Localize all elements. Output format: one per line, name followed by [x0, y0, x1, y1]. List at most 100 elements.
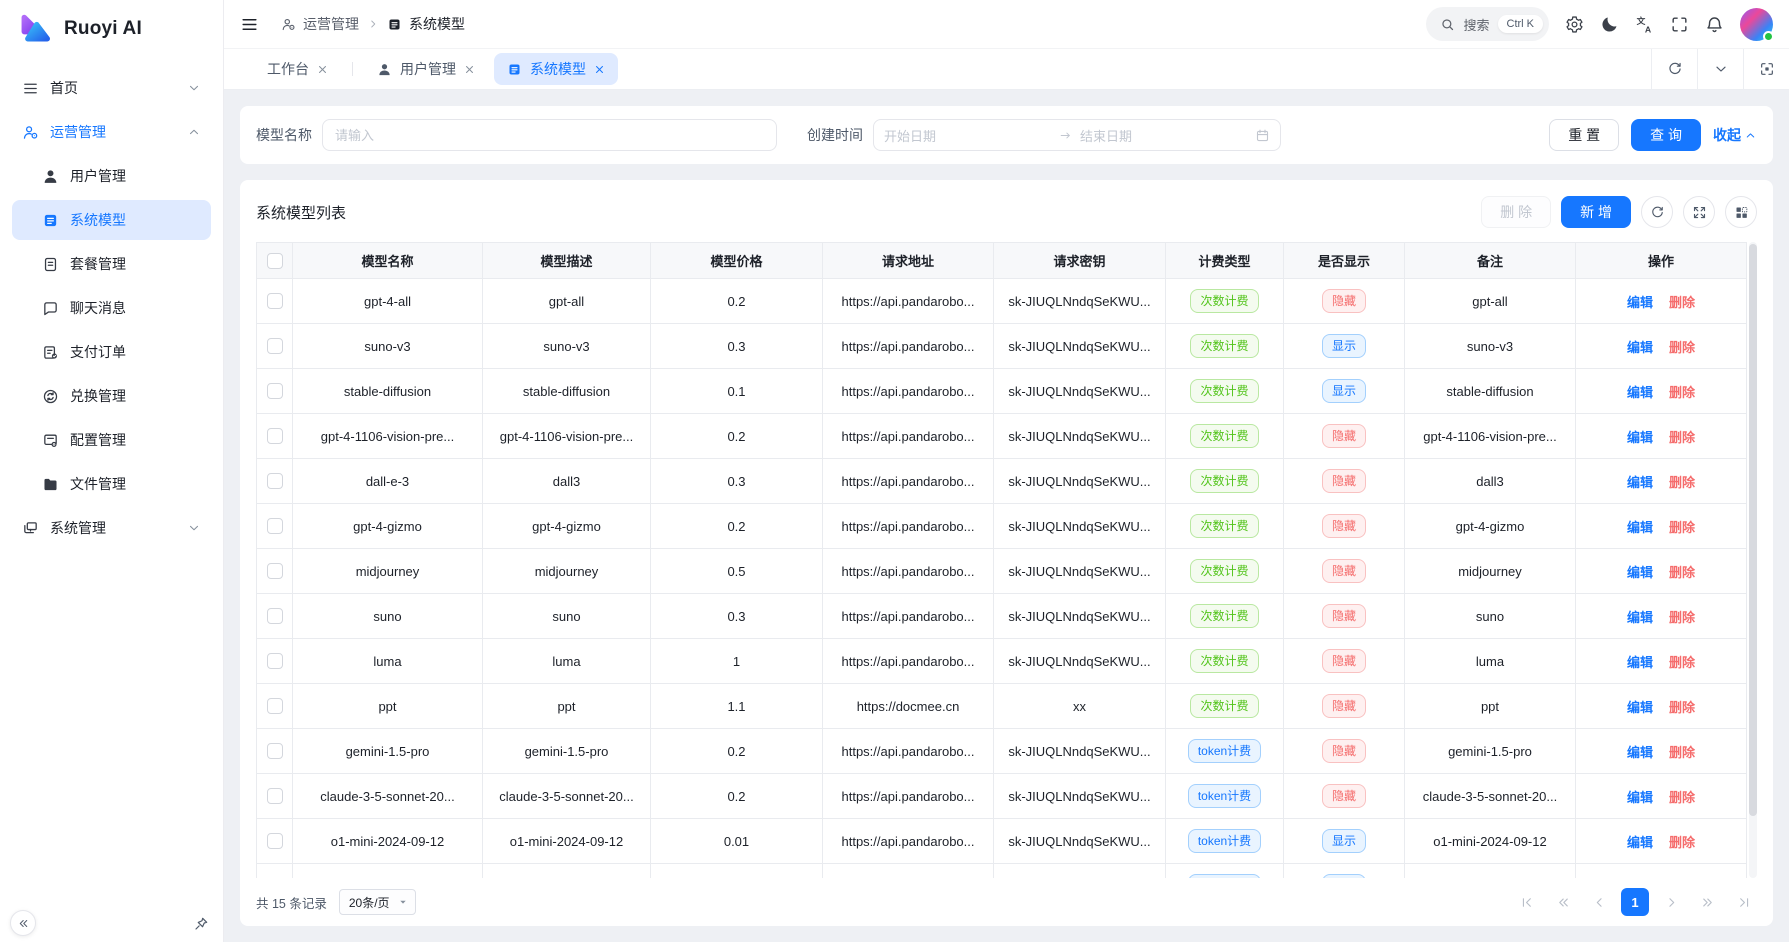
language-translate-icon[interactable]: 文A: [1635, 15, 1654, 34]
refresh-table-button[interactable]: [1641, 196, 1673, 228]
double-chevron-right-icon: [1700, 895, 1715, 910]
sidebar-item-system-manage[interactable]: 系统管理: [12, 508, 211, 548]
row-checkbox[interactable]: [267, 833, 283, 849]
user-avatar[interactable]: [1740, 8, 1773, 41]
row-checkbox[interactable]: [267, 293, 283, 309]
row-checkbox[interactable]: [267, 608, 283, 624]
tab-item-1[interactable]: 用户管理: [364, 53, 488, 85]
sidebar-item-operation[interactable]: 运营管理: [12, 112, 211, 152]
edit-link[interactable]: 编辑: [1627, 385, 1653, 400]
edit-link[interactable]: 编辑: [1627, 565, 1653, 580]
sidebar-item-exchange-manage[interactable]: 兑换管理: [12, 376, 211, 416]
edit-link[interactable]: 编辑: [1627, 835, 1653, 850]
brand[interactable]: Ruoyi AI: [0, 0, 223, 58]
global-search[interactable]: 搜索 Ctrl K: [1426, 7, 1549, 41]
delete-link[interactable]: 删除: [1669, 835, 1695, 850]
row-checkbox[interactable]: [267, 518, 283, 534]
delete-link[interactable]: 删除: [1669, 790, 1695, 805]
hamburger-menu-icon[interactable]: [240, 15, 259, 34]
delete-link[interactable]: 删除: [1669, 565, 1695, 580]
sidebar-item-pay-order[interactable]: 支付订单: [12, 332, 211, 372]
last-page-button[interactable]: [1729, 888, 1757, 916]
next-group-button[interactable]: [1693, 888, 1721, 916]
row-checkbox[interactable]: [267, 743, 283, 759]
next-page-button[interactable]: [1657, 888, 1685, 916]
delete-link[interactable]: 删除: [1669, 340, 1695, 355]
close-icon[interactable]: [317, 64, 328, 75]
edit-link[interactable]: 编辑: [1627, 655, 1653, 670]
row-checkbox[interactable]: [267, 563, 283, 579]
edit-link[interactable]: 编辑: [1627, 610, 1653, 625]
row-checkbox[interactable]: [267, 338, 283, 354]
model-price: 1: [651, 639, 823, 684]
edit-link[interactable]: 编辑: [1627, 430, 1653, 445]
edit-link[interactable]: 编辑: [1627, 295, 1653, 310]
delete-link[interactable]: 删除: [1669, 430, 1695, 445]
close-icon[interactable]: [464, 64, 475, 75]
edit-link[interactable]: 编辑: [1627, 475, 1653, 490]
tab-options-button[interactable]: [1697, 49, 1743, 89]
add-button[interactable]: 新 增: [1561, 196, 1631, 228]
prev-page-button[interactable]: [1585, 888, 1613, 916]
maximize-icon: [1759, 61, 1775, 77]
row-checkbox[interactable]: [267, 788, 283, 804]
sidebar-item-chat-message[interactable]: 聊天消息: [12, 288, 211, 328]
model-desc: suno-v3: [483, 324, 651, 369]
search-button[interactable]: 查 询: [1631, 119, 1701, 151]
edit-link[interactable]: 编辑: [1627, 340, 1653, 355]
edit-link[interactable]: 编辑: [1627, 790, 1653, 805]
edit-link[interactable]: 编辑: [1627, 700, 1653, 715]
breadcrumb-item-system-model[interactable]: 系统模型: [387, 14, 465, 34]
sidebar-item-package-manage[interactable]: 套餐管理: [12, 244, 211, 284]
delete-link[interactable]: 删除: [1669, 295, 1695, 310]
row-checkbox[interactable]: [267, 653, 283, 669]
delete-link[interactable]: 删除: [1669, 610, 1695, 625]
page-number-button[interactable]: 1: [1621, 888, 1649, 916]
edit-link[interactable]: 编辑: [1627, 745, 1653, 760]
sidebar-item-file-manage[interactable]: 文件管理: [12, 464, 211, 504]
collapse-filter-link[interactable]: 收起: [1713, 125, 1757, 145]
refresh-page-button[interactable]: [1651, 49, 1697, 89]
user-gear-icon: [281, 17, 296, 32]
sidebar-item-home[interactable]: 首页: [12, 68, 211, 108]
first-page-button[interactable]: [1513, 888, 1541, 916]
tab-item-2[interactable]: 系统模型: [494, 53, 618, 85]
close-icon[interactable]: [594, 64, 605, 75]
delete-link[interactable]: 删除: [1669, 385, 1695, 400]
expand-table-button[interactable]: [1683, 196, 1715, 228]
sidebar-item-user-manage[interactable]: 用户管理: [12, 156, 211, 196]
sidebar-item-system-model[interactable]: 系统模型: [12, 200, 211, 240]
delete-link[interactable]: 删除: [1669, 745, 1695, 760]
sidebar-item-config-manage[interactable]: 配置管理: [12, 420, 211, 460]
delete-button[interactable]: 删 除: [1481, 196, 1551, 228]
page-size-select[interactable]: 20条/页: [339, 889, 416, 915]
sidebar-collapse-button[interactable]: [10, 910, 36, 936]
content-fullscreen-button[interactable]: [1743, 49, 1789, 89]
column-settings-button[interactable]: [1725, 196, 1757, 228]
delete-link[interactable]: 删除: [1669, 700, 1695, 715]
breadcrumb-item-operation[interactable]: 运营管理: [281, 14, 359, 34]
delete-link[interactable]: 删除: [1669, 655, 1695, 670]
select-all-checkbox[interactable]: [267, 253, 283, 269]
edit-link[interactable]: 编辑: [1627, 520, 1653, 535]
date-range-picker[interactable]: 开始日期 结束日期: [873, 119, 1281, 151]
reset-button[interactable]: 重 置: [1549, 119, 1619, 151]
pin-icon[interactable]: [193, 916, 209, 932]
delete-link[interactable]: 删除: [1669, 475, 1695, 490]
row-checkbox[interactable]: [267, 428, 283, 444]
tab-label: 工作台: [267, 59, 309, 79]
row-checkbox[interactable]: [267, 473, 283, 489]
row-checkbox[interactable]: [267, 383, 283, 399]
visibility-tag: 隐藏: [1322, 649, 1366, 673]
delete-link[interactable]: 删除: [1669, 520, 1695, 535]
model-name-input[interactable]: [322, 119, 777, 151]
tab-item-0[interactable]: 工作台: [254, 53, 341, 85]
notification-bell-icon[interactable]: [1705, 15, 1724, 34]
fullscreen-icon[interactable]: [1670, 15, 1689, 34]
config-icon: [42, 432, 59, 449]
dark-mode-moon-icon[interactable]: [1600, 15, 1619, 34]
settings-gear-icon[interactable]: [1565, 15, 1584, 34]
row-checkbox[interactable]: [267, 698, 283, 714]
prev-group-button[interactable]: [1549, 888, 1577, 916]
table-scrollbar-thumb[interactable]: [1749, 244, 1757, 816]
